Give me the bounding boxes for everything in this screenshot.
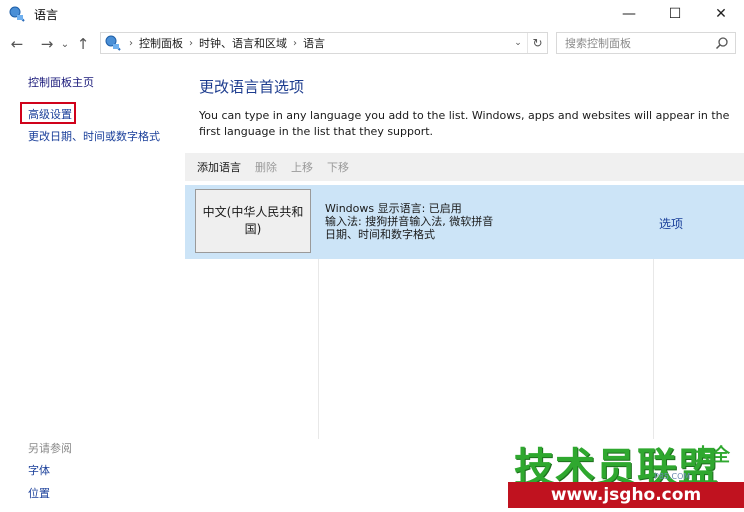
address-dropdown-icon[interactable]: ⌄ xyxy=(509,33,527,53)
language-name-button[interactable]: 中文(中华人民共和国) xyxy=(195,189,311,253)
page-title: 更改语言首选项 xyxy=(199,78,305,96)
breadcrumb-separator-icon: › xyxy=(189,37,193,49)
search-input[interactable]: 搜索控制面板 xyxy=(556,32,736,54)
maximize-button[interactable]: ☐ xyxy=(652,0,698,28)
list-divider xyxy=(318,259,319,439)
watermark-subtitle: 大全 xyxy=(694,445,730,466)
delete-button[interactable]: 删除 xyxy=(255,159,277,175)
address-bar[interactable]: › 控制面板 › 时钟、语言和区域 › 语言 ⌄ ↻ xyxy=(100,32,548,54)
control-panel-language-icon xyxy=(8,5,26,23)
breadcrumb-separator-icon: › xyxy=(293,37,297,49)
move-up-button[interactable]: 上移 xyxy=(291,159,313,175)
breadcrumb-language[interactable]: 语言 xyxy=(303,35,325,51)
see-also-heading: 另请参阅 xyxy=(28,442,72,455)
language-toolbar: 添加语言 删除 上移 下移 xyxy=(185,153,744,181)
window-title: 语言 xyxy=(34,7,59,22)
language-detail-display: Windows 显示语言: 已启用 xyxy=(325,202,462,215)
breadcrumb-control-panel[interactable]: 控制面板 xyxy=(139,35,183,51)
add-language-button[interactable]: 添加语言 xyxy=(197,159,241,175)
highlight-annotation-box xyxy=(20,102,76,124)
watermark-url: www.jsgho.com xyxy=(508,482,744,508)
move-down-button[interactable]: 下移 xyxy=(327,159,349,175)
language-options-link[interactable]: 选项 xyxy=(659,215,683,232)
recent-locations-chevron-icon[interactable]: ⌄ xyxy=(58,33,72,55)
back-arrow-icon[interactable]: ← xyxy=(6,33,28,55)
navigation-bar: ← → ⌄ ↑ › 控制面板 › 时钟、语言和区域 › 语言 ⌄ ↻ 搜索控制面… xyxy=(0,30,744,58)
search-placeholder: 搜索控制面板 xyxy=(565,37,631,50)
up-arrow-icon[interactable]: ↑ xyxy=(72,33,94,55)
minimize-button[interactable]: — xyxy=(606,0,652,28)
sidebar-item-control-panel-home[interactable]: 控制面板主页 xyxy=(28,74,94,90)
watermark-small-text: P85.COM xyxy=(654,472,691,481)
list-divider xyxy=(653,259,654,439)
search-icon[interactable] xyxy=(715,36,729,50)
sidebar-item-change-date-time-format[interactable]: 更改日期、时间或数字格式 xyxy=(28,128,160,144)
forward-arrow-icon[interactable]: → xyxy=(36,33,58,55)
breadcrumb-separator-icon: › xyxy=(129,37,133,49)
language-list-item[interactable]: 中文(中华人民共和国) Windows 显示语言: 已启用 输入法: 搜狗拼音输… xyxy=(185,185,744,259)
left-navigation-pane: 控制面板主页 高级设置 更改日期、时间或数字格式 另请参阅 字体 位置 xyxy=(0,60,185,512)
sidebar-item-location[interactable]: 位置 xyxy=(28,485,50,501)
language-detail-input-method: 输入法: 搜狗拼音输入法, 微软拼音 xyxy=(325,215,494,228)
page-description: You can type in any language you add to … xyxy=(199,109,730,138)
refresh-icon[interactable]: ↻ xyxy=(527,33,547,53)
close-button[interactable]: ✕ xyxy=(698,0,744,28)
language-detail-formats: 日期、时间和数字格式 xyxy=(325,228,435,241)
title-bar: 语言 — ☐ ✕ xyxy=(0,0,744,28)
breadcrumb-clock-language-region[interactable]: 时钟、语言和区域 xyxy=(199,35,287,51)
control-panel-breadcrumb-icon xyxy=(103,33,123,53)
watermark-logo: 技术员联盟 大全 P85.COM www.jsgho.com xyxy=(508,435,744,512)
language-details: Windows 显示语言: 已启用 输入法: 搜狗拼音输入法, 微软拼音 日期、… xyxy=(325,202,493,241)
sidebar-item-fonts[interactable]: 字体 xyxy=(28,462,50,478)
